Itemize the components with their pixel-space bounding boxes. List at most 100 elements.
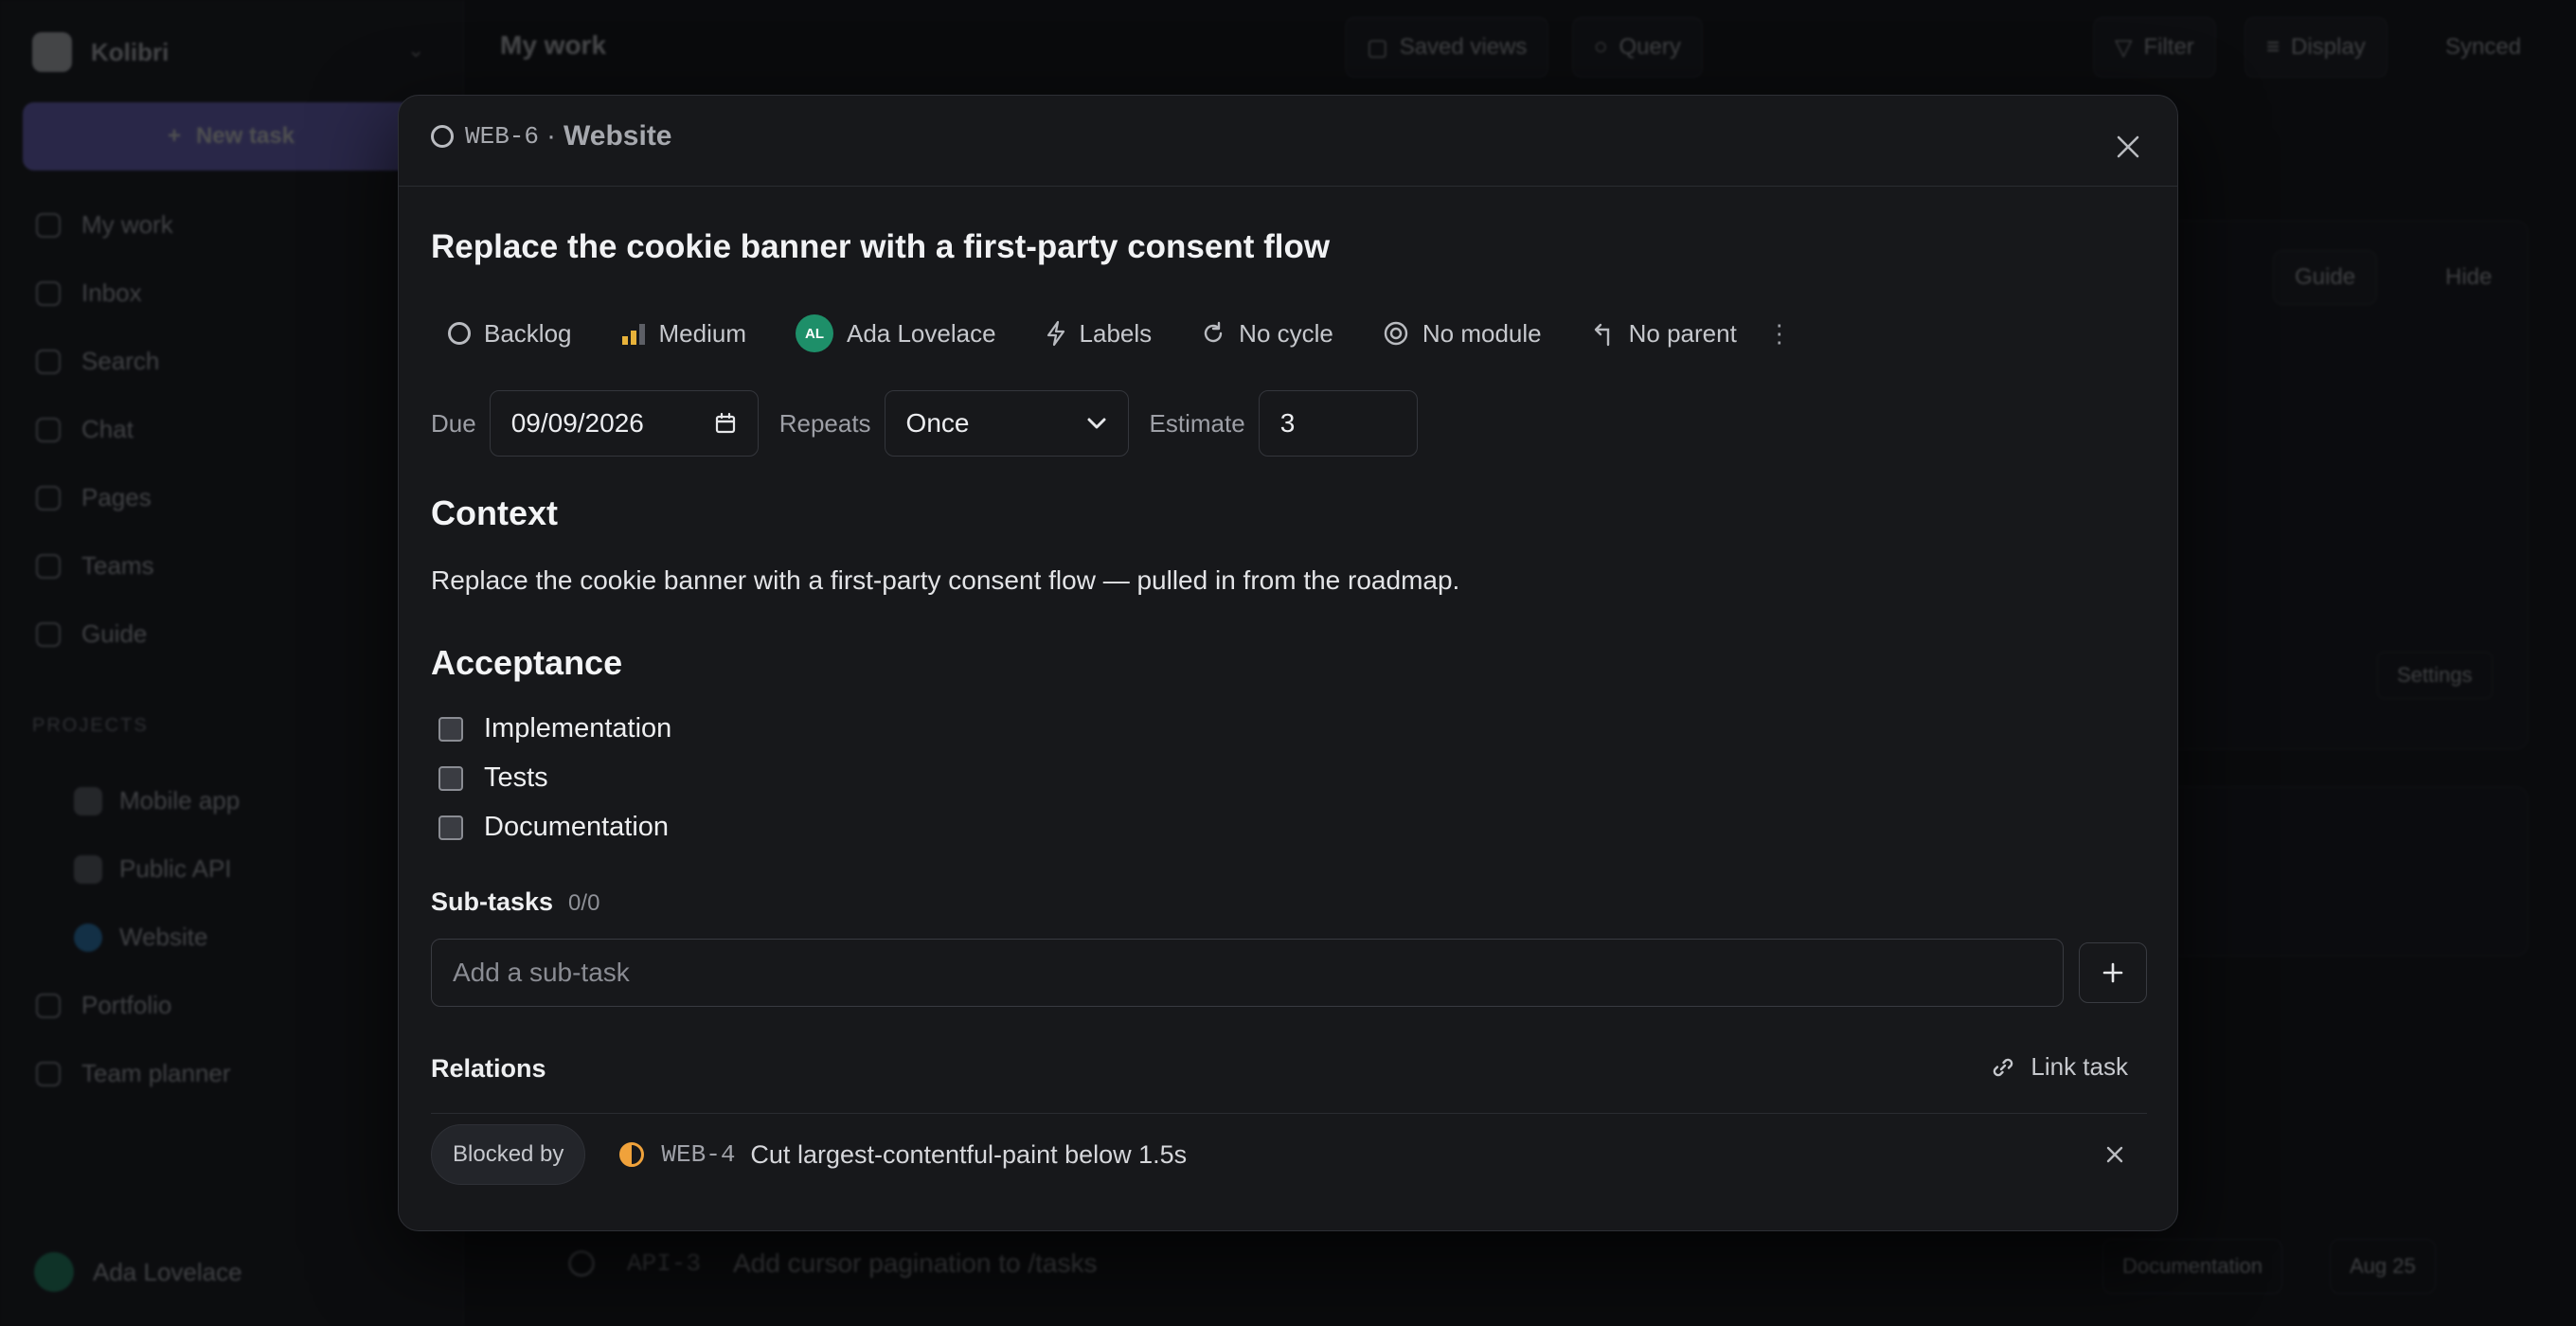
cycle-dropdown[interactable]: No cycle (1184, 309, 1351, 358)
relation-type-badge[interactable]: Blocked by (431, 1124, 586, 1185)
plus-icon: + (167, 123, 181, 149)
relations-heading: Relations (431, 1054, 546, 1083)
new-task-button[interactable]: + New task (23, 102, 439, 170)
status-icon (568, 1250, 595, 1277)
add-subtask-button[interactable] (2079, 942, 2147, 1003)
repeats-select[interactable]: Once (884, 390, 1129, 457)
corner-up-left-icon (1594, 323, 1609, 347)
subtasks-header: Sub-tasks 0/0 (431, 887, 599, 917)
settings-button[interactable]: Settings (2377, 652, 2493, 699)
breadcrumb-separator: · (546, 120, 557, 152)
checkbox[interactable] (438, 716, 463, 742)
target-icon (1384, 321, 1408, 346)
sidebar-item-team-planner[interactable]: Team planner (36, 1059, 231, 1088)
close-button[interactable] (2111, 130, 2145, 164)
user-name: Ada Lovelace (93, 1257, 242, 1286)
acceptance-item-tests[interactable]: Tests (438, 762, 548, 794)
project-item-website[interactable]: Website (74, 923, 207, 952)
link-icon (1994, 1058, 2013, 1076)
relation-issue-title[interactable]: Cut largest-contentful-paint below 1.5s (750, 1140, 1187, 1170)
user-menu[interactable]: Ada Lovelace (34, 1252, 242, 1292)
plus-icon (2102, 962, 2123, 983)
link-task-button[interactable]: Link task (1991, 1052, 2128, 1082)
sidebar-item-label: Chat (81, 415, 134, 443)
refresh-icon (1204, 321, 1223, 343)
calendar-icon[interactable] (714, 412, 737, 435)
estimate-value: 3 (1279, 408, 1296, 438)
assignee-dropdown[interactable]: AL Ada Lovelace (778, 309, 1013, 358)
table-row[interactable]: API-3 Add cursor pagination to /tasks (568, 1248, 1097, 1279)
project-name[interactable]: Website (564, 120, 671, 152)
checkbox[interactable] (438, 765, 463, 791)
issue-id: WEB-6 (465, 122, 540, 151)
button-label: Saved views (1399, 34, 1528, 60)
sidebar-item-label: Portfolio (81, 991, 172, 1019)
query-button[interactable]: ○ Query (1572, 17, 1703, 78)
due-label: Due (431, 408, 476, 438)
properties-bar: Backlog Medium AL Ada Lovelace Labels No… (431, 309, 1805, 358)
sidebar-item-pages[interactable]: Pages (36, 483, 152, 512)
subtask-input[interactable]: Add a sub-task (431, 939, 2064, 1007)
module-dropdown[interactable]: No module (1366, 309, 1559, 358)
sidebar-item-teams[interactable]: Teams (36, 551, 154, 581)
sidebar-item-portfolio[interactable]: Portfolio (36, 991, 171, 1020)
chevron-down-icon (1087, 418, 1106, 429)
task-detail-modal: WEB-6 · Website Replace the cookie banne… (398, 95, 2178, 1231)
module-label: No module (1422, 318, 1542, 348)
remove-relation-button[interactable] (2102, 1141, 2128, 1168)
filter-icon: ▽ (2115, 34, 2133, 61)
priority-bars-icon (621, 324, 645, 345)
sidebar-item-guide[interactable]: Guide (36, 619, 147, 649)
chevron-down-icon[interactable]: ⌄ (407, 38, 424, 63)
workspace-name: Kolibri (91, 37, 170, 66)
search-icon (36, 349, 61, 374)
sidebar-item-inbox[interactable]: Inbox (36, 278, 142, 308)
sidebar-item-label: Inbox (81, 278, 142, 307)
hide-button[interactable]: Hide (2424, 250, 2513, 305)
context-text[interactable]: Replace the cookie banner with a first-p… (431, 565, 1459, 596)
project-item-public-api[interactable]: Public API (74, 854, 232, 884)
date-badge: Aug 25 (2330, 1239, 2436, 1294)
close-icon (2106, 1146, 2123, 1163)
checkbox-label: Tests (484, 762, 548, 793)
sidebar-item-search[interactable]: Search (36, 347, 159, 376)
labels-dropdown[interactable]: Labels (1029, 309, 1170, 358)
sidebar-item-my-work[interactable]: My work (36, 210, 173, 240)
sliders-icon: ≡ (2266, 34, 2281, 60)
more-options-icon[interactable]: ⋮ (1754, 319, 1805, 349)
due-date-input[interactable]: 09/09/2026 (489, 390, 759, 457)
workspace-switcher[interactable]: Kolibri (32, 32, 169, 72)
task-title[interactable]: Replace the cookie banner with a first-p… (431, 228, 1330, 266)
labels-label: Labels (1079, 318, 1153, 348)
sidebar-item-label: Pages (81, 483, 152, 511)
tag-badge: Documentation (2102, 1239, 2282, 1294)
lightning-icon (1046, 320, 1064, 347)
relation-row[interactable]: Blocked by WEB-4 Cut largest-contentful-… (431, 1124, 2147, 1185)
project-item-mobile-app[interactable]: Mobile app (74, 786, 240, 815)
estimate-input[interactable]: 3 (1258, 390, 1418, 457)
sync-status: Synced (2424, 17, 2542, 78)
acceptance-item-documentation[interactable]: Documentation (438, 812, 669, 843)
display-button[interactable]: ≡ Display (2245, 17, 2388, 78)
parent-label: No parent (1628, 318, 1737, 348)
workspace-logo-icon (32, 32, 72, 72)
saved-views-button[interactable]: ▢ Saved views (1345, 17, 1549, 78)
project-label: Website (119, 923, 208, 951)
project-label: Mobile app (119, 786, 241, 815)
assignee-label: Ada Lovelace (846, 318, 996, 348)
priority-dropdown[interactable]: Medium (604, 309, 763, 358)
divider (431, 1113, 2147, 1114)
sidebar-item-chat[interactable]: Chat (36, 415, 134, 444)
context-heading: Context (431, 493, 558, 532)
filter-button[interactable]: ▽ Filter (2093, 17, 2216, 78)
checkbox[interactable] (438, 815, 463, 840)
guide-button[interactable]: Guide (2273, 250, 2378, 305)
parent-dropdown[interactable]: No parent (1574, 309, 1754, 358)
acceptance-item-implementation[interactable]: Implementation (438, 713, 671, 744)
subtasks-count: 0/0 (568, 890, 600, 916)
status-icon (431, 125, 454, 148)
phone-icon (74, 786, 102, 815)
in-progress-icon (619, 1142, 645, 1167)
checkbox-label: Implementation (484, 713, 672, 744)
status-dropdown[interactable]: Backlog (431, 309, 589, 358)
